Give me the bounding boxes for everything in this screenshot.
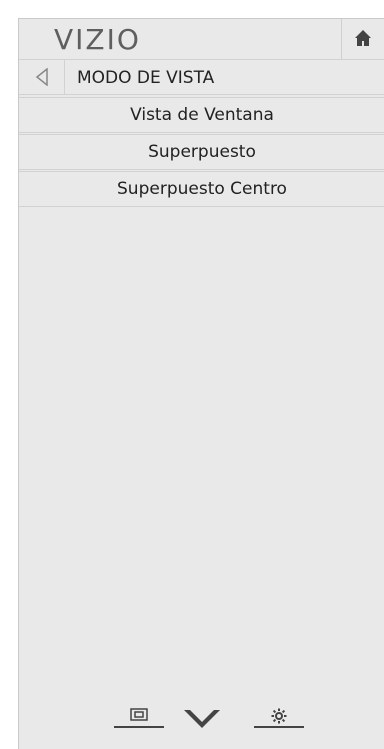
- menu-item-superpuesto-centro[interactable]: Superpuesto Centro: [19, 171, 384, 207]
- tab-input[interactable]: [114, 708, 164, 728]
- vizio-logo: VIZIO: [54, 23, 141, 56]
- input-icon: [130, 708, 148, 721]
- home-icon: [355, 30, 371, 46]
- menu-panel: VIZIO MODO DE VISTA Vista de Ventana Sup…: [18, 18, 384, 749]
- menu-item-superpuesto[interactable]: Superpuesto: [19, 134, 384, 170]
- back-button[interactable]: [19, 60, 65, 94]
- header: VIZIO: [19, 19, 384, 59]
- tab-underline: [254, 726, 304, 728]
- tab-settings[interactable]: [254, 708, 304, 728]
- back-arrow-icon: [35, 68, 48, 86]
- tab-underline: [114, 726, 164, 728]
- page-title: MODO DE VISTA: [77, 68, 215, 88]
- chevron-down-icon[interactable]: [184, 710, 220, 728]
- home-button[interactable]: [341, 19, 384, 59]
- menu-title-row: MODO DE VISTA: [19, 59, 384, 95]
- menu-item-vista-ventana[interactable]: Vista de Ventana: [19, 97, 384, 133]
- gear-icon: [271, 708, 287, 724]
